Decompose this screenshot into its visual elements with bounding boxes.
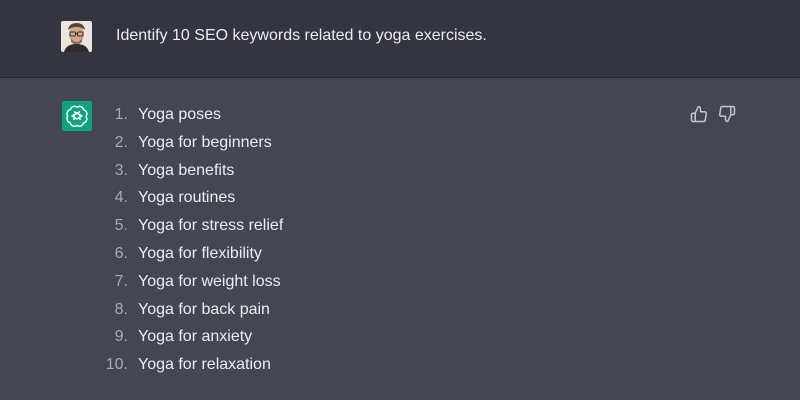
list-item: 8. Yoga for back pain bbox=[98, 300, 283, 328]
list-number: 2. bbox=[114, 133, 128, 151]
list-item: 1. Yoga poses bbox=[98, 105, 283, 133]
assistant-avatar bbox=[62, 101, 92, 131]
list-item-text: Yoga for flexibility bbox=[138, 244, 262, 262]
list-item-text: Yoga for anxiety bbox=[138, 328, 253, 346]
list-number: 7. bbox=[114, 272, 128, 290]
list-item-text: Yoga for relaxation bbox=[138, 356, 271, 374]
list-item: 6. Yoga for flexibility bbox=[98, 244, 283, 272]
list-item-text: Yoga for beginners bbox=[138, 133, 272, 151]
list-number: 5. bbox=[114, 217, 128, 235]
list-item: 10. Yoga for relaxation bbox=[98, 355, 283, 383]
list-number: 4. bbox=[114, 189, 128, 207]
list-item-text: Yoga poses bbox=[138, 106, 222, 123]
user-message-text: Identify 10 SEO keywords related to yoga… bbox=[116, 27, 487, 44]
user-message-row: Identify 10 SEO keywords related to yoga… bbox=[0, 0, 800, 78]
list-item-text: Yoga for back pain bbox=[138, 300, 270, 318]
openai-logo-icon bbox=[66, 105, 88, 127]
thumbs-down-button[interactable] bbox=[718, 105, 736, 123]
list-item: 3. Yoga benefits bbox=[98, 161, 283, 189]
list-item-text: Yoga benefits bbox=[138, 161, 235, 179]
list-number: 8. bbox=[114, 300, 128, 318]
assistant-message-row: 1. Yoga poses 2. Yoga for beginners 3. Yoga… bbox=[0, 78, 800, 400]
list-item: 5. Yoga for stress relief bbox=[98, 216, 284, 244]
list-number: 10. bbox=[105, 356, 128, 374]
thumbs-down-icon bbox=[719, 105, 736, 123]
list-item: 9. Yoga for anxiety bbox=[98, 327, 283, 355]
list-number: 9. bbox=[114, 328, 128, 346]
list-item-text: Yoga routines bbox=[138, 189, 236, 207]
list-item-text: Yoga for stress relief bbox=[138, 217, 284, 235]
user-avatar bbox=[61, 21, 92, 52]
list-item: 4. Yoga routines bbox=[98, 188, 283, 216]
list-item: 7. Yoga for weight loss bbox=[98, 272, 283, 300]
list-number: 3. bbox=[114, 161, 128, 179]
thumbs-up-button[interactable] bbox=[690, 105, 708, 123]
keyword-list: 1. Yoga poses 2. Yoga for beginners 3. Yoga… bbox=[98, 105, 284, 383]
list-number: 1. bbox=[114, 106, 128, 123]
list-item-text: Yoga for weight loss bbox=[138, 272, 281, 290]
list-item: 2. Yoga for beginners bbox=[98, 133, 283, 161]
thumbs-up-icon bbox=[690, 105, 707, 123]
list-number: 6. bbox=[114, 244, 128, 262]
